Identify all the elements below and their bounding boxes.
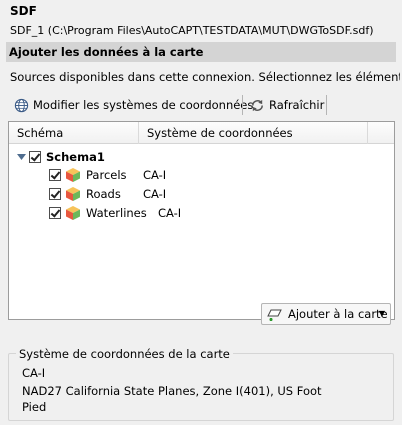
feature-class-icon [66,205,80,220]
tree-header: Schéma Système de coordonnées [9,122,394,144]
schema-name: Schema1 [46,149,105,164]
refresh-icon [252,99,263,111]
toolbar: Modifier les systèmes de coordonnées Raf… [8,93,396,117]
item-cs: CA-I [158,205,182,220]
column-header-schema[interactable]: Schéma [9,122,139,144]
refresh-label: Rafraîchir [269,98,325,112]
add-layer-icon [267,309,282,321]
add-to-map-label: Ajouter à la carte [288,307,388,321]
item-checkbox[interactable] [49,187,61,200]
toolbar-separator [242,95,243,115]
connection-path: SDF_1 (C:\Program Files\AutoCAPT\TESTDAT… [10,24,374,37]
modify-coordinate-systems-label: Modifier les systèmes de coordonnées [33,98,254,112]
section-header: Ajouter les données à la carte [6,42,396,62]
toolbar-separator [326,95,327,115]
item-checkbox[interactable] [49,168,61,181]
item-cs: CA-I [143,186,167,201]
feature-class-icon [66,186,80,201]
map-cs-unit: Pied [22,400,47,414]
section-description: Sources disponibles dans cette connexion… [10,70,400,84]
item-name: Parcels [86,167,127,182]
item-checkbox[interactable] [49,206,61,219]
feature-class-icon [66,167,80,182]
add-to-map-button[interactable]: Ajouter à la carte ▼ [261,303,391,325]
modify-coordinate-systems-button[interactable]: Modifier les systèmes de coordonnées [14,95,253,115]
map-coordinate-system-legend: Système de coordonnées de la carte [16,347,233,361]
tree-row-item[interactable]: Parcels CA-I [49,165,166,184]
map-cs-code: CA-I [22,366,46,380]
globe-icon [14,98,29,112]
panel-title: SDF [10,4,37,18]
dropdown-arrow-icon[interactable]: ▼ [379,309,385,318]
map-cs-description: NAD27 California State Planes, Zone I(40… [22,384,322,398]
tree-row-item[interactable]: Roads CA-I [49,184,166,203]
item-name: Waterlines [86,205,147,220]
item-cs: CA-I [143,167,167,182]
tree-row-item[interactable]: Waterlines CA-I [49,203,181,222]
schema-tree[interactable]: Schéma Système de coordonnées Schema1 Pa… [8,121,395,320]
tree-row-schema[interactable]: Schema1 [16,147,105,166]
schema-checkbox[interactable] [29,150,41,163]
refresh-button[interactable]: Rafraîchir [250,95,324,115]
item-name: Roads [86,186,121,201]
expand-triangle-icon[interactable] [16,152,27,162]
column-header-coordinate-system[interactable]: Système de coordonnées [139,122,368,144]
